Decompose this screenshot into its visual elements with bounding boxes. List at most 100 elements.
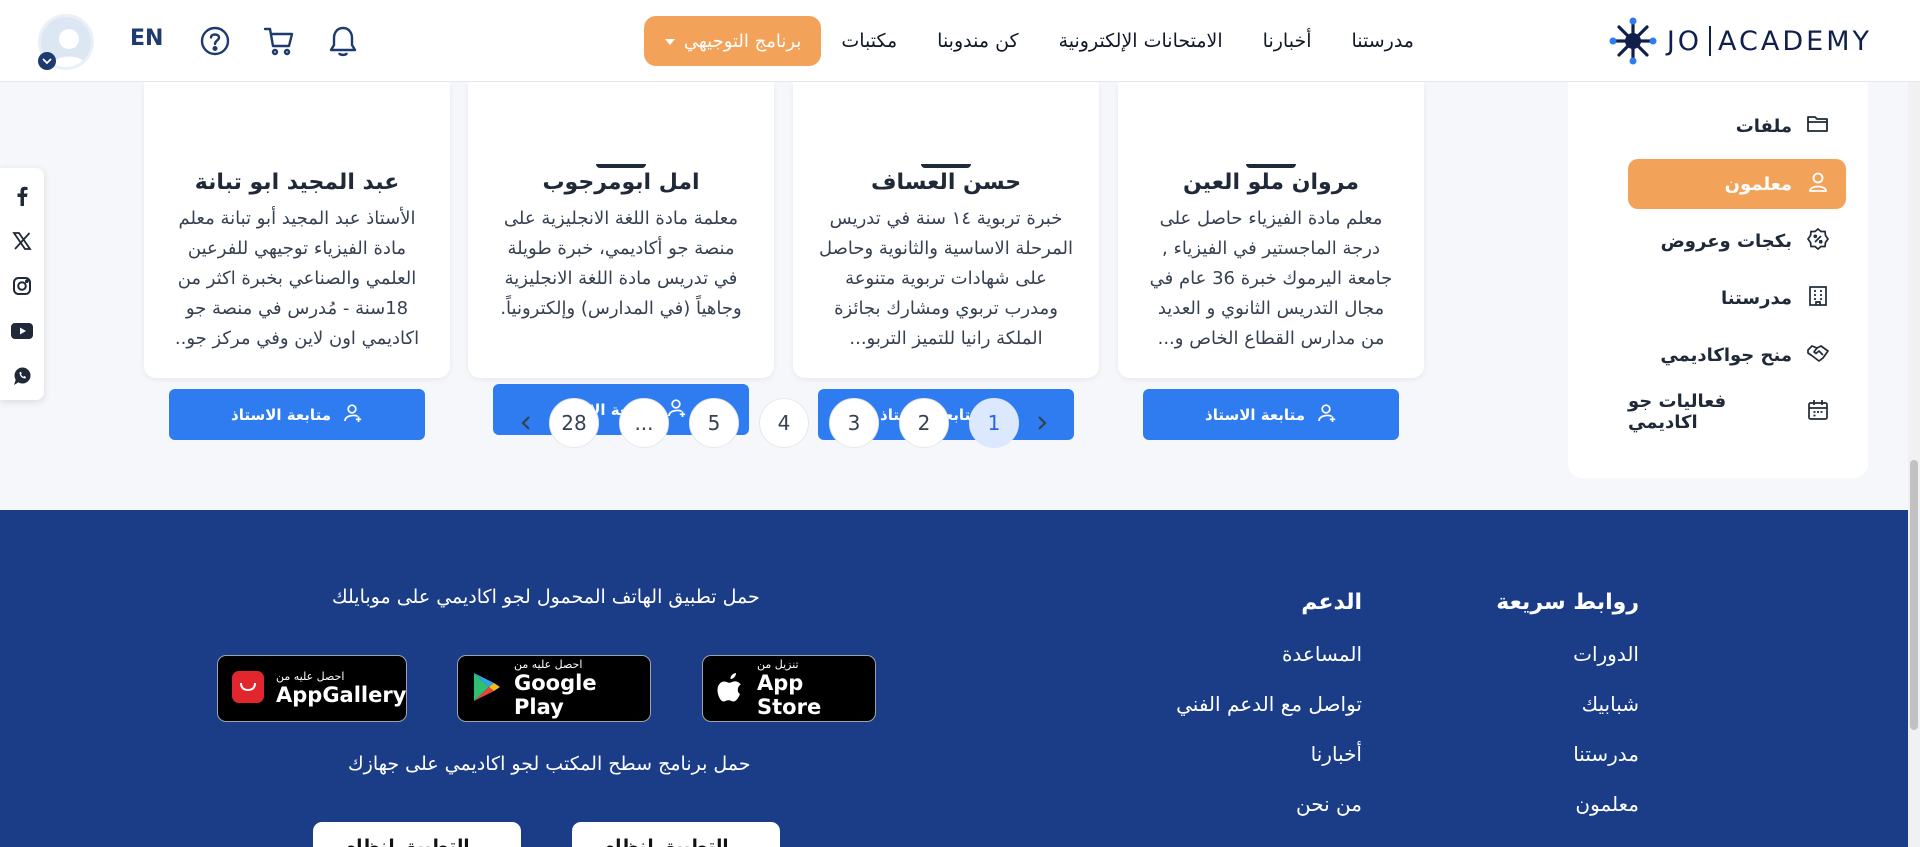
pagination-next-arrow[interactable] [514,410,538,436]
tawjihi-program-button[interactable]: برنامج التوجيهي [643,16,822,66]
page-4[interactable]: 4 [759,398,809,448]
footer-link-news[interactable]: أخبارنا [1311,742,1362,766]
page-1[interactable]: 1 [969,398,1019,448]
social-bar [0,168,44,400]
facebook-icon[interactable] [11,180,33,212]
teacher-photo [1246,164,1296,168]
scrollbar-thumb[interactable] [1910,460,1918,730]
badge-percent-icon [1806,227,1830,256]
teacher-bio: معلم مادة الفيزياء حاصل على درجة الماجست… [1149,208,1393,349]
teacher-bio: الأستاذ عبد المجيد أبو تبانة معلم مادة ا… [174,208,420,349]
cart-icon[interactable] [260,22,298,60]
store-caption: تنزيل من [757,658,799,671]
desktop-download-label: التطبيق لنظام [343,836,470,847]
app-store-badge[interactable]: تنزيل من App Store [702,655,876,722]
building-icon [1806,284,1830,313]
site-footer: روابط سريعة الدورات شبابيك مدرستنا معلمو… [0,510,1908,847]
nav-news[interactable]: أخبارنا [1243,30,1332,52]
teacher-name[interactable]: مروان ملو العين [1118,170,1424,195]
store-caption: احصل عليه من [276,670,345,683]
page-scrollbar[interactable] [1908,0,1920,847]
help-icon[interactable] [196,22,234,60]
folder-icon [1806,112,1830,141]
desktop-download-label: التطبيق لنظام [602,836,729,847]
tawjihi-program-label: برنامج التوجيهي [683,30,802,52]
teacher-name[interactable]: حسن العساف [793,170,1099,195]
support-heading: الدعم [1301,590,1362,615]
sidebar-item-label: معلمون [1724,173,1792,195]
category-sidebar: ملفات معلمون بكجات وعروض مدرستنا منح جوا… [1568,82,1868,478]
sidebar-item-events[interactable]: فعاليات جو اكاديمي [1628,387,1846,437]
desktop-download-button[interactable]: التطبيق لنظام [572,822,780,847]
calendar-icon [1806,398,1830,427]
google-play-badge[interactable]: احصل عليه من Google Play [457,655,651,722]
nav-libraries[interactable]: مكتبات [821,30,917,52]
main-nav: مدرستنا أخبارنا الامتحانات الإلكترونية ك… [643,0,1434,82]
whatsapp-icon[interactable] [11,360,33,392]
user-plus-icon [667,398,687,422]
sidebar-item-teachers[interactable]: معلمون [1628,159,1846,209]
teacher-name[interactable]: امل ابومرجوب [468,170,774,195]
footer-link-windows[interactable]: شبابيك [1582,692,1639,716]
teacher-card: امل ابومرجوب معلمة مادة اللغة الانجليزية… [468,82,774,435]
teacher-card: عبد المجيد ابو تبانة الأستاذ عبد المجيد … [144,82,450,440]
teacher-bio: خبرة تربوية ١٤ سنة في تدريس المرحلة الاس… [819,208,1073,349]
footer-link-courses[interactable]: الدورات [1573,642,1639,666]
logo-text-jo: JO [1666,25,1703,57]
sidebar-item-files[interactable]: ملفات [1628,101,1846,151]
footer-link-teachers[interactable]: معلمون [1575,792,1639,816]
sidebar-item-label: فعاليات جو اكاديمي [1628,391,1727,433]
logo-text-academy: ACADEMY [1718,25,1872,57]
teacher-name[interactable]: عبد المجيد ابو تبانة [144,170,450,195]
instagram-icon[interactable] [11,270,33,302]
user-plus-icon [343,403,363,427]
footer-link-our-school[interactable]: مدرستنا [1573,742,1639,766]
nav-e-exams[interactable]: الامتحانات الإلكترونية [1039,30,1243,52]
mobile-app-text: حمل تطبيق الهاتف المحمول لجو اكاديمي على… [332,586,760,608]
pagination-prev-arrow[interactable] [1030,410,1054,436]
teacher-card: حسن العساف خبرة تربوية ١٤ سنة في تدريس ا… [793,82,1099,440]
top-header: JO ACADEMY مدرستنا أخبارنا الامتحانات ال… [0,0,1920,82]
page-3[interactable]: 3 [829,398,879,448]
footer-link-about[interactable]: من نحن [1296,792,1362,816]
store-name: AppGallery [276,683,407,707]
sidebar-item-scholarships[interactable]: منح جواكاديمي [1628,330,1846,380]
chevron-down-icon[interactable] [38,52,56,70]
page-ellipsis[interactable]: ... [619,398,669,448]
quick-links-heading: روابط سريعة [1496,590,1639,615]
follow-teacher-label: متابعة الاستاذ [231,405,331,424]
apple-icon [717,671,745,707]
follow-teacher-label: متابعة الاستاذ [1205,405,1305,424]
teacher-card: مروان ملو العين معلم مادة الفيزياء حاصل … [1118,82,1424,440]
google-play-icon [472,671,502,707]
x-icon[interactable] [11,225,33,257]
app-gallery-badge[interactable]: احصل عليه من AppGallery [217,655,407,722]
follow-teacher-button[interactable]: متابعة الاستاذ [1143,389,1399,440]
teacher-photo [921,164,971,168]
sidebar-item-packages[interactable]: بكجات وعروض [1628,216,1846,266]
page-2[interactable]: 2 [899,398,949,448]
user-icon [1806,170,1830,199]
teacher-photo [596,164,646,168]
sidebar-item-our-school[interactable]: مدرستنا [1628,273,1846,323]
sidebar-item-label: مدرستنا [1720,287,1792,309]
jo-academy-logo[interactable]: JO ACADEMY [1609,14,1872,68]
language-switch[interactable]: EN [130,26,163,51]
huawei-icon [232,670,264,707]
footer-link-help[interactable]: المساعدة [1282,642,1362,666]
handshake-icon [1806,341,1830,370]
bell-icon[interactable] [324,22,362,60]
follow-teacher-button[interactable]: متابعة الاستاذ [169,389,425,440]
footer-link-contact-support[interactable]: تواصل مع الدعم الفني [1176,692,1362,716]
page-5[interactable]: 5 [689,398,739,448]
store-caption: احصل عليه من [514,658,583,671]
youtube-icon[interactable] [11,315,33,347]
nav-our-school[interactable]: مدرستنا [1331,30,1434,52]
sidebar-item-label: ملفات [1735,115,1792,137]
sidebar-item-label: بكجات وعروض [1660,230,1792,252]
sidebar-item-label: منح جواكاديمي [1660,344,1792,366]
nav-be-agent[interactable]: كن مندوبنا [917,30,1038,52]
page-28[interactable]: 28 [549,398,599,448]
desktop-app-text: حمل برنامج سطح المكتب لجو اكاديمي على جه… [348,753,751,775]
desktop-download-button[interactable]: التطبيق لنظام [313,822,521,847]
